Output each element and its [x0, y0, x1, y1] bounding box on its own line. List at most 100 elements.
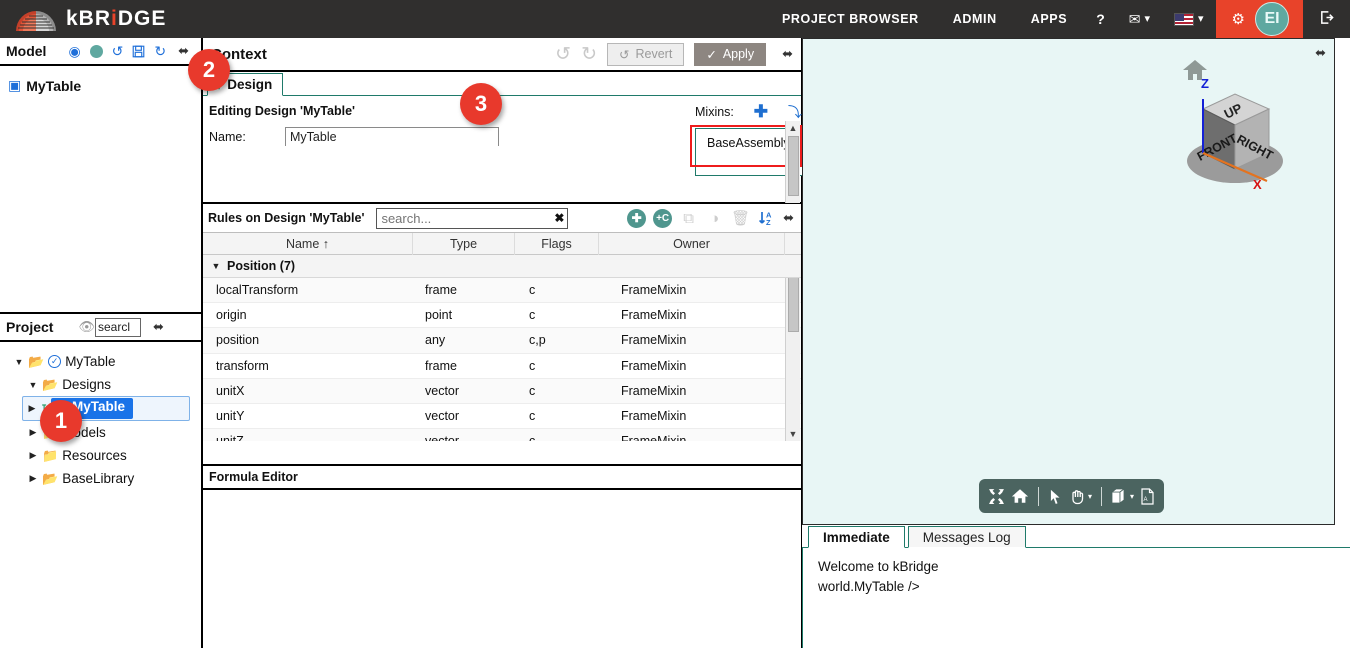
table-row[interactable]: origin point c FrameMixin: [203, 303, 801, 329]
project-tree-item-models[interactable]: ▶ 📁 Models: [4, 421, 197, 444]
toggle-rule-icon[interactable]: ◑: [705, 209, 724, 228]
messages-menu[interactable]: ✉ ▾: [1117, 0, 1162, 38]
chevron-down-icon[interactable]: ▼: [211, 261, 221, 271]
logout-icon[interactable]: [1303, 10, 1350, 29]
project-tree-item-resources[interactable]: ▶ 📁 Resources: [4, 444, 197, 467]
table-row[interactable]: transform frame c FrameMixin: [203, 354, 801, 379]
name-input[interactable]: [285, 127, 499, 146]
help-icon[interactable]: ?: [1084, 0, 1117, 38]
revert-button[interactable]: ↺ Revert: [607, 42, 685, 66]
scroll-thumb[interactable]: [787, 136, 799, 196]
run-icon[interactable]: ◉: [68, 44, 80, 58]
rules-toolbar: ✚ +C ⧉ ◑ 🗑 A Z ⬌: [627, 208, 796, 228]
project-tree-item-mytable[interactable]: ▼ 📂 ✓ MyTable: [4, 350, 197, 373]
immediate-console-output[interactable]: Welcome to kBridge world.MyTable />: [802, 548, 1350, 596]
copy-rule-icon[interactable]: ⧉: [679, 209, 698, 228]
column-header-flags[interactable]: Flags: [515, 232, 599, 255]
model-item-mytable[interactable]: ▣ MyTable: [8, 76, 193, 95]
fit-view-icon[interactable]: [988, 488, 1005, 505]
history-icon[interactable]: ↺: [112, 44, 124, 58]
rules-group-position[interactable]: ▼ Position (7): [203, 255, 801, 278]
rule-type: vector: [425, 409, 460, 424]
top-nav-items: PROJECT BROWSER ADMIN APPS ? ✉ ▾ ▾ ⚙ EI: [765, 0, 1350, 38]
column-header-type[interactable]: Type: [413, 232, 515, 255]
mixin-add-icon[interactable]: ✚: [744, 102, 778, 122]
display-mode-icon[interactable]: ▾: [1111, 488, 1134, 504]
table-row[interactable]: unitY vector c FrameMixin: [203, 404, 801, 430]
tab-immediate[interactable]: Immediate: [808, 526, 905, 548]
undo-icon[interactable]: ↺: [555, 43, 571, 66]
tab-messages-log[interactable]: Messages Log: [907, 526, 1026, 548]
project-item-label: Resources: [62, 448, 127, 463]
refresh-icon[interactable]: ↻: [154, 44, 166, 58]
rules-scrollbar[interactable]: ▲ ▼: [785, 278, 800, 441]
model-item-label: MyTable: [26, 77, 82, 94]
project-tree-item-baselibrary[interactable]: ▶ 📂 BaseLibrary: [4, 467, 197, 490]
apply-button[interactable]: ✓ Apply: [694, 42, 767, 66]
chevron-down-icon[interactable]: ▼: [28, 380, 38, 390]
context-panel: Context ↺ ↻ ↺ Revert ✓ Apply ⬌ ⊺ Design …: [202, 38, 981, 226]
language-menu[interactable]: ▾: [1162, 0, 1216, 38]
save-icon[interactable]: [132, 45, 145, 58]
expand-icon[interactable]: ⬌: [1315, 45, 1326, 61]
rule-flags: c: [529, 409, 536, 424]
expand-icon[interactable]: ⬌: [782, 46, 793, 62]
project-tree-item-designs[interactable]: ▼ 📂 Designs: [4, 373, 197, 396]
view-orientation-cube[interactable]: UP FRONT RIGHT: [1173, 69, 1303, 194]
rules-search-input[interactable]: [376, 207, 569, 229]
mixin-item-baseassembly[interactable]: BaseAssembly: [707, 136, 790, 150]
export-pdf-icon[interactable]: A: [1140, 487, 1155, 505]
project-search-input[interactable]: [94, 317, 141, 337]
pan-tool-icon[interactable]: ▾: [1069, 488, 1092, 505]
expand-icon[interactable]: ⬌: [178, 43, 189, 59]
select-tool-icon[interactable]: [1048, 487, 1063, 505]
rule-name: unitX: [216, 383, 245, 398]
chevron-right-icon[interactable]: ▶: [28, 427, 38, 438]
nav-apps[interactable]: APPS: [1014, 0, 1084, 38]
nav-project-browser[interactable]: PROJECT BROWSER: [765, 0, 936, 38]
console-line: Welcome to kBridge: [818, 559, 939, 574]
expand-icon[interactable]: ⬌: [783, 210, 794, 226]
redo-icon[interactable]: ↻: [581, 43, 597, 66]
immediate-panel: Immediate Messages Log Welcome to kBridg…: [802, 525, 1350, 648]
scroll-down-icon[interactable]: ▼: [789, 427, 798, 441]
project-panel: Project 👁 ⬌ ▼ 📂 ✓ MyTable ▼ 📂 Designs ▶ …: [0, 313, 202, 648]
chevron-down-icon: ▾: [1144, 13, 1151, 25]
scroll-up-icon[interactable]: ▲: [789, 121, 798, 135]
table-row[interactable]: localTransform frame c FrameMixin: [203, 278, 801, 304]
table-row[interactable]: unitX vector c FrameMixin: [203, 378, 801, 404]
eye-slash-icon[interactable]: 👁: [78, 319, 95, 335]
add-rule-icon[interactable]: ✚: [627, 208, 647, 228]
table-row[interactable]: position any c,p FrameMixin: [203, 328, 801, 354]
kbridge-logo-icon: [14, 6, 58, 32]
chevron-right-icon[interactable]: ▶: [28, 473, 38, 484]
formula-editor-textarea[interactable]: [203, 490, 801, 645]
rule-name: unitY: [216, 409, 245, 424]
column-header-name[interactable]: Name ↑: [203, 232, 413, 255]
record-icon[interactable]: [89, 44, 103, 58]
delete-rule-icon[interactable]: 🗑: [731, 209, 750, 228]
brand-logo[interactable]: kBRiDGE: [0, 6, 166, 32]
chevron-right-icon[interactable]: ▶: [27, 403, 37, 414]
project-item-label: MyTable: [65, 354, 116, 369]
column-header-owner[interactable]: Owner: [599, 232, 785, 255]
3d-viewport[interactable]: ⬌ UP FRONT RIGHT Z X ▾ ▾ A: [802, 38, 1335, 525]
sort-az-icon[interactable]: A Z: [757, 209, 776, 228]
rules-panel-title: Rules on Design 'MyTable': [208, 211, 365, 225]
chevron-down-icon[interactable]: ▼: [14, 357, 24, 367]
avatar[interactable]: EI: [1255, 2, 1289, 36]
add-child-rule-icon[interactable]: +C: [653, 208, 673, 228]
nav-admin[interactable]: ADMIN: [936, 0, 1014, 38]
gear-icon[interactable]: ⚙: [1232, 10, 1245, 28]
expand-icon[interactable]: ⬌: [153, 319, 164, 335]
step-badge-1: 1: [40, 400, 82, 442]
axis-label-z: Z: [1201, 76, 1209, 91]
toolbar-separator: [1101, 486, 1103, 506]
home-view-icon[interactable]: [1011, 488, 1029, 504]
table-row[interactable]: unitZ vector c FrameMixin: [203, 429, 801, 441]
folder-open-icon: 📂: [28, 353, 45, 369]
scroll-thumb[interactable]: [787, 278, 799, 332]
rule-owner: FrameMixin: [621, 283, 687, 298]
clear-search-icon[interactable]: ✖: [554, 211, 564, 225]
chevron-right-icon[interactable]: ▶: [28, 450, 38, 461]
